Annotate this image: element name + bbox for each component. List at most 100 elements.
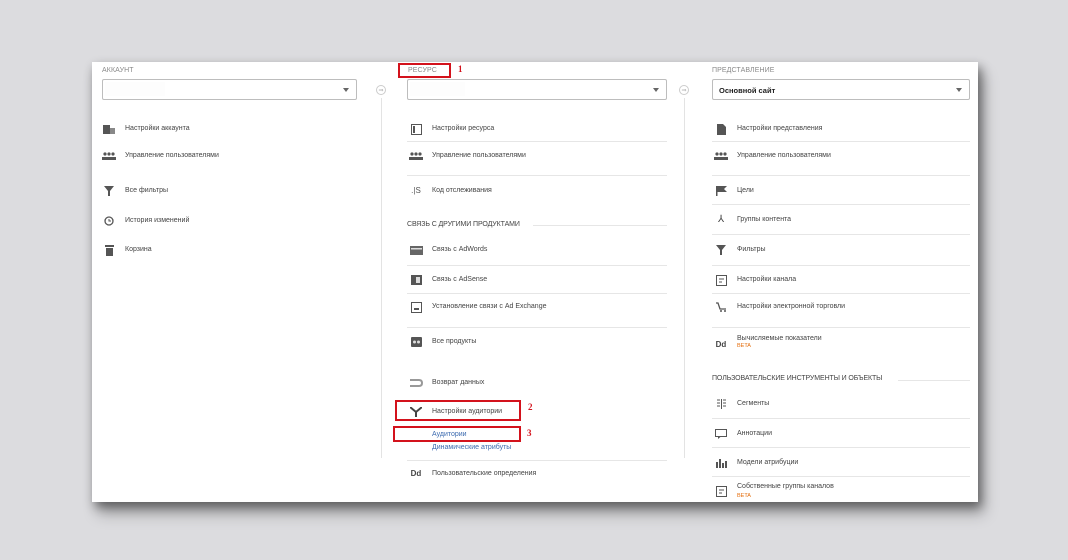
annotation-number: 3 [527,428,532,438]
calculated-metrics-label: Вычисляемые показатели [737,335,822,342]
calculated-metrics-link[interactable]: Dd Вычисляемые показатели BETA [714,334,874,351]
trash-link[interactable]: Корзина [102,244,152,256]
view-users-label: Управление пользователями [737,152,831,160]
account-settings-label: Настройки аккаунта [125,125,190,133]
calculated-metrics-icon: Dd [715,339,727,349]
adwords-link[interactable]: Связь с AdWords [409,244,487,256]
view-settings-link[interactable]: Настройки представления [714,123,822,135]
all-products-link[interactable]: Все продукты [409,336,476,348]
ecommerce-settings-link[interactable]: Настройки электронной торговли [714,301,854,313]
annotation-icon [714,428,728,440]
custom-channel-groups-link[interactable]: Собственные группы каналов BETA [714,482,844,501]
data-return-link[interactable]: Возврат данных [409,377,484,389]
annotation-number: 1 [458,64,463,74]
account-users-link[interactable]: Управление пользователями [102,150,222,162]
annotation-box-resource [398,63,451,78]
doc-icon [714,123,728,135]
attribution-models-link[interactable]: Модели атрибуции [714,457,798,469]
resource-select[interactable] [407,79,667,100]
column-divider [381,98,382,458]
adwords-icon [409,244,423,256]
view-filters-link[interactable]: Фильтры [714,244,766,256]
tracking-code-link[interactable]: .|S Код отслеживания [409,185,492,197]
all-products-label: Все продукты [432,338,477,346]
adexchange-link[interactable]: Установление связи с Ad Exchange [409,301,549,313]
arrow-right-icon: ⇒ [376,85,386,95]
chevron-down-icon [343,88,349,92]
change-history-label: История изменений [125,217,190,225]
users-icon [409,150,423,162]
admin-panel: АККАУНТ Настройки аккаунта Управление по… [92,62,978,502]
tracking-code-label: Код отслеживания [432,187,492,195]
beta-badge: BETA [737,493,751,500]
annotation-box-audiences [393,426,521,442]
building-icon [102,123,116,135]
account-settings-link[interactable]: Настройки аккаунта [102,123,190,135]
view-header: ПРЕДСТАВЛЕНИЕ [712,67,775,74]
users-icon [102,150,116,162]
attribution-models-label: Модели атрибуции [737,459,799,467]
column-divider [684,98,685,458]
account-filters-link[interactable]: Все фильтры [102,185,168,197]
adsense-link[interactable]: Связь с AdSense [409,274,487,286]
data-return-label: Возврат данных [432,379,485,387]
view-users-link[interactable]: Управление пользователями [714,150,834,162]
property-icon [409,123,423,135]
resource-settings-label: Настройки ресурса [432,125,495,133]
channel-settings-link[interactable]: Настройки канала [714,274,796,286]
goals-label: Цели [737,187,754,195]
goals-link[interactable]: Цели [714,185,754,197]
product-links-section-title: СВЯЗЬ С ДРУГИМИ ПРОДУКТАМИ [407,221,520,228]
view-column: ПРЕДСТАВЛЕНИЕ Основной сайт Настройки пр… [700,62,978,502]
annotations-link[interactable]: Аннотации [714,428,772,440]
ecommerce-settings-label: Настройки электронной торговли [737,303,846,311]
custom-channel-groups-label: Собственные группы каналов [737,483,834,490]
channel-settings-label: Настройки канала [737,276,797,284]
attribution-icon [714,457,728,469]
adexchange-label: Установление связи с Ad Exchange [432,303,547,311]
change-history-link[interactable]: История изменений [102,215,189,227]
adsense-label: Связь с AdSense [432,276,488,284]
history-icon [102,215,116,227]
resource-settings-link[interactable]: Настройки ресурса [409,123,494,135]
cart-icon [714,301,728,313]
annotation-number: 2 [528,402,533,412]
segments-icon [714,398,728,410]
trash-icon [102,244,116,256]
arrow-right-icon: ⇒ [679,85,689,95]
custom-definitions-link[interactable]: Dd Пользовательские определения [409,468,549,480]
segments-label: Сегменты [737,400,770,408]
filter-icon [102,185,116,197]
annotations-label: Аннотации [737,430,772,438]
resource-users-link[interactable]: Управление пользователями [409,150,529,162]
filter-icon [714,244,728,256]
view-filters-label: Фильтры [737,246,766,254]
channel-icon [714,274,728,286]
chevron-down-icon [653,88,659,92]
custom-definitions-icon: Dd [410,468,422,478]
beta-badge: BETA [737,343,751,350]
channel-icon [714,485,728,497]
account-filters-label: Все фильтры [125,187,168,195]
content-groups-link[interactable]: ⅄ Группы контента [714,214,791,226]
resource-users-label: Управление пользователями [432,152,526,160]
account-column: АККАУНТ Настройки аккаунта Управление по… [92,62,377,502]
content-group-icon: ⅄ [717,214,725,226]
view-select[interactable]: Основной сайт [712,79,970,100]
account-header: АККАУНТ [102,67,134,74]
flag-icon [714,185,728,197]
adwords-label: Связь с AdWords [432,246,488,254]
chevron-down-icon [956,88,962,92]
annotation-box-audience-settings [395,400,521,421]
data-return-icon [409,377,423,389]
users-icon [714,150,728,162]
account-select[interactable] [102,79,357,100]
content-groups-label: Группы контента [737,216,792,224]
dynamic-attributes-link[interactable]: Динамические атрибуты [432,444,511,451]
custom-definitions-label: Пользовательские определения [432,470,537,478]
products-icon [409,336,423,348]
segments-link[interactable]: Сегменты [714,398,769,410]
view-settings-label: Настройки представления [737,125,823,133]
trash-label: Корзина [125,246,152,254]
js-icon: .|S [411,185,421,195]
